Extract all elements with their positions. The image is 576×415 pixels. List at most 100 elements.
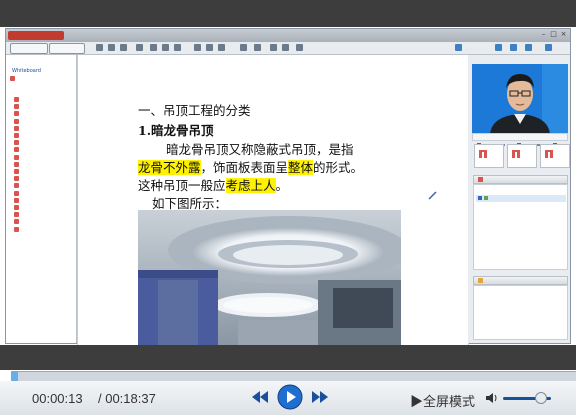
user-list-header[interactable] xyxy=(473,175,568,184)
file-icon xyxy=(14,161,19,167)
fill-icon[interactable] xyxy=(254,44,261,51)
document-line-1: 暗龙骨吊顶又称隐蔽式吊顶，是指 xyxy=(166,142,354,157)
fullscreen-button[interactable]: ▶全屏模式 xyxy=(410,391,475,410)
move-icon[interactable] xyxy=(174,44,181,51)
file-icon xyxy=(14,147,19,153)
video-controls[interactable] xyxy=(472,133,568,147)
file-icon xyxy=(14,125,19,131)
sidebar-file-item[interactable] xyxy=(14,169,21,175)
player-letterbox xyxy=(0,345,576,370)
speaker-icon[interactable] xyxy=(525,44,532,51)
sidebar-file-item[interactable] xyxy=(14,147,21,153)
file-icon xyxy=(14,226,19,232)
sidebar-file-item[interactable] xyxy=(14,205,21,211)
sidebar-file-item[interactable] xyxy=(14,197,21,204)
current-time: 00:00:13 xyxy=(32,391,83,406)
file-icon xyxy=(14,183,19,189)
file-icon xyxy=(14,154,19,160)
highlight-term-3: 考虑上人 xyxy=(225,178,276,193)
tool-icon[interactable] xyxy=(96,44,103,51)
sidebar-file-item[interactable] xyxy=(14,226,21,233)
tab-1[interactable] xyxy=(10,43,48,54)
close-icon[interactable]: × xyxy=(560,31,567,38)
page-icon[interactable] xyxy=(282,44,289,51)
sidebar-file-item[interactable] xyxy=(14,161,21,168)
file-icon xyxy=(14,176,19,182)
play-button[interactable] xyxy=(277,384,303,410)
minimize-icon[interactable]: – xyxy=(540,31,547,38)
sidebar-file-item[interactable] xyxy=(14,183,21,189)
volume-icon[interactable] xyxy=(484,390,498,404)
file-icon xyxy=(14,97,19,102)
chat-icon xyxy=(478,278,483,283)
tab-2[interactable] xyxy=(49,43,85,54)
sidebar-file-item[interactable] xyxy=(14,140,21,146)
maximize-icon[interactable]: □ xyxy=(550,31,557,38)
info-icon[interactable] xyxy=(495,44,502,51)
pen-cursor-icon xyxy=(428,185,437,200)
document-line-3-text: 这种吊顶一般应 xyxy=(138,178,226,193)
settings-icon[interactable] xyxy=(455,44,462,51)
page-icon-2[interactable] xyxy=(296,44,303,51)
highlight-term-2: 整体 xyxy=(288,160,314,175)
chat-box[interactable] xyxy=(473,285,568,340)
network-icon[interactable] xyxy=(510,44,517,51)
sidebar-file-item[interactable] xyxy=(14,154,21,161)
sidebar-section-whiteboard[interactable]: Whiteboard xyxy=(12,68,41,74)
fast-forward-icon[interactable] xyxy=(310,388,330,406)
file-icon xyxy=(14,205,19,210)
file-icon xyxy=(14,197,19,203)
file-icon xyxy=(14,140,19,146)
chat-header[interactable] xyxy=(473,276,568,285)
color-icon[interactable] xyxy=(240,44,247,51)
sidebar-file-item[interactable] xyxy=(14,176,21,182)
user-list xyxy=(473,184,568,270)
undo-icon[interactable] xyxy=(150,44,157,51)
sidebar-file-item[interactable] xyxy=(14,118,21,125)
user-avatar-icon xyxy=(478,196,482,200)
total-time: / 00:18:37 xyxy=(98,391,156,406)
sidebar-file-item[interactable] xyxy=(14,125,21,132)
mic-icon xyxy=(484,196,488,200)
zoom-icon[interactable] xyxy=(270,44,277,51)
sidebar-file-item[interactable] xyxy=(14,133,21,139)
teacher-video xyxy=(472,64,568,134)
file-icon xyxy=(14,219,19,225)
sidebar-file-item[interactable] xyxy=(14,104,21,110)
redo-icon[interactable] xyxy=(162,44,169,51)
line-icon[interactable] xyxy=(206,44,213,51)
document-subheading: 1.暗龙骨吊顶 xyxy=(138,123,214,138)
document-line-2-text: ，饰面板表面呈 xyxy=(200,160,289,175)
sidebar-file-item[interactable] xyxy=(14,212,21,218)
camera-slot-3[interactable] xyxy=(540,144,570,168)
progress-fill xyxy=(11,371,18,381)
file-icon xyxy=(14,133,19,138)
app-logo xyxy=(8,31,64,40)
document-line-3-end: 。 xyxy=(275,178,289,193)
file-icon xyxy=(14,118,19,124)
sidebar-file-item[interactable] xyxy=(14,111,21,117)
file-icon xyxy=(14,111,19,117)
help-icon[interactable] xyxy=(545,44,552,51)
top-video-border xyxy=(0,0,576,27)
sidebar-file-item[interactable] xyxy=(14,190,21,197)
save-icon[interactable] xyxy=(108,44,115,51)
sidebar-file-item[interactable] xyxy=(14,97,21,103)
sidebar-file-item[interactable] xyxy=(14,219,21,225)
sidebar-item[interactable] xyxy=(10,76,17,82)
user-row[interactable] xyxy=(476,195,566,202)
text-icon[interactable] xyxy=(218,44,225,51)
highlight-term-1: 龙骨不外露 xyxy=(138,160,201,175)
print-icon[interactable] xyxy=(120,44,127,51)
file-icon xyxy=(10,76,15,81)
document-line-3: 这种吊顶一般应考虑上人。 xyxy=(138,175,288,194)
camera-slot-2[interactable] xyxy=(507,144,537,168)
camera-slot-1[interactable] xyxy=(474,144,504,168)
rewind-icon[interactable] xyxy=(250,388,270,406)
file-icon xyxy=(14,104,19,110)
file-icon xyxy=(14,212,19,218)
pen-icon[interactable] xyxy=(194,44,201,51)
document-line-2: 龙骨不外露，饰面板表面呈整体的形式。 xyxy=(138,157,363,176)
cut-icon[interactable] xyxy=(136,44,143,51)
users-icon xyxy=(478,177,483,182)
